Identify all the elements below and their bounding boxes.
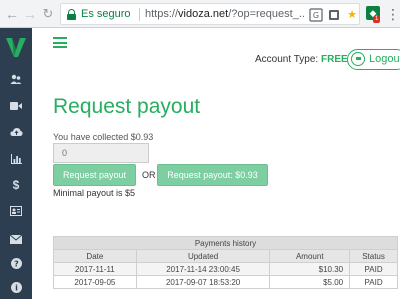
svg-text:G: G [313,11,319,20]
cell-date: 2017-11-11 [53,262,137,276]
table-caption: Payments history [53,236,398,250]
hamburger-menu-icon[interactable] [53,37,67,48]
bar-chart-icon[interactable] [0,148,32,170]
translate-icon[interactable]: G [309,8,323,22]
secure-label[interactable]: Es seguro [81,8,131,20]
minimal-payout-text: Minimal payout is $5 [53,188,136,198]
dollar-icon[interactable]: $ [0,174,32,196]
svg-text:?: ? [14,259,19,268]
logout-label: Logout [369,53,400,65]
menu-dots-icon[interactable]: ⋮ [386,5,400,23]
reload-icon[interactable]: ↻ [40,6,56,22]
address-divider [139,8,140,21]
page-title: Request payout [53,95,201,118]
svg-text:i: i [15,283,18,292]
cell-status: PAID [349,262,398,276]
collected-text: You have collected $0.93 [53,132,154,142]
extension-badge: 1 [373,16,381,23]
request-payout-amount-button[interactable]: Request payout: $0.93 [157,164,268,186]
id-card-icon[interactable] [0,200,32,222]
payout-amount-input[interactable] [53,143,149,163]
envelope-icon[interactable] [0,228,32,250]
url-text[interactable]: https://vidoza.net/?op=request_... [145,8,305,20]
logout-button[interactable]: Logout [347,49,400,70]
extension-icon[interactable] [327,8,341,22]
cell-updated: 2017-11-14 23:00:45 [135,262,271,276]
column-header-status: Status [349,249,398,263]
payments-history-table: Payments history Date Updated Amount Sta… [53,236,398,289]
star-icon[interactable]: ★ [345,8,359,22]
or-text: OR [142,170,156,180]
request-payout-button[interactable]: Request payout [53,164,136,186]
back-arrow-icon[interactable]: ← [4,6,20,22]
table-row: 2017-09-05 2017-09-07 18:53:20 $5.00 PAI… [53,275,398,289]
address-bar[interactable]: Es seguro https://vidoza.net/?op=request… [60,3,360,25]
column-header-amount: Amount [269,249,351,263]
cell-amount: $10.30 [269,262,351,276]
forward-arrow-icon[interactable]: → [22,6,38,22]
url-path: /?op=request_... [228,8,305,20]
cloud-upload-icon[interactable] [0,121,32,143]
help-icon[interactable]: ? [0,252,32,274]
cell-status: PAID [349,275,398,289]
users-icon[interactable] [0,68,32,90]
cell-date: 2017-09-05 [53,275,137,289]
browser-toolbar: ← → ↻ Es seguro https://vidoza.net/?op=r… [0,0,400,28]
main-content: Account Type: FREE Logout Request payout… [32,28,400,299]
url-protocol: https:// [145,8,179,20]
column-header-updated: Updated [135,249,271,263]
power-icon [351,52,365,66]
info-icon[interactable]: i [0,276,32,298]
account-type-value: FREE [320,54,348,65]
account-type: Account Type: FREE [255,54,348,65]
column-header-date: Date [53,249,137,263]
cell-updated: 2017-09-07 18:53:20 [135,275,271,289]
lock-icon[interactable] [67,9,76,20]
table-row: 2017-11-11 2017-11-14 23:00:45 $10.30 PA… [53,262,398,276]
url-host: vidoza.net [178,8,229,20]
cell-amount: $5.00 [269,275,351,289]
sidebar: $ ? i [0,28,32,299]
video-camera-icon[interactable] [0,95,32,117]
vidoza-logo[interactable] [5,36,27,58]
account-type-label: Account Type: [255,54,319,65]
